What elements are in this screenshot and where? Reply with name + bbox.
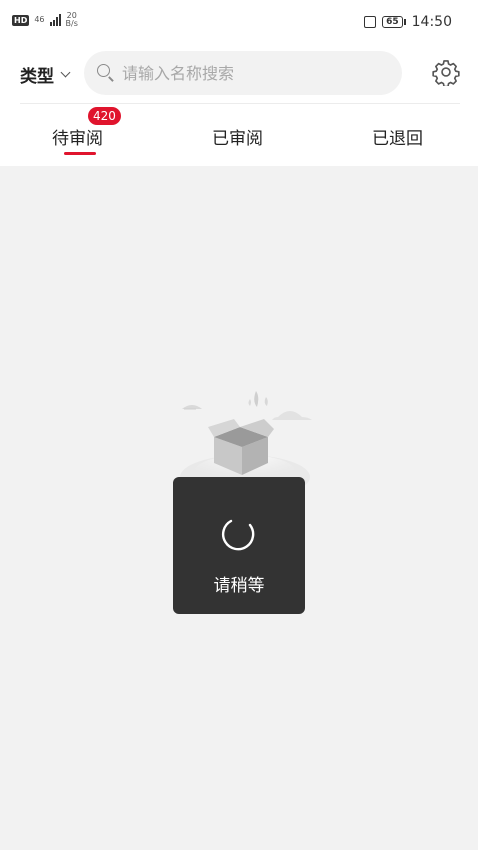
net-rate: 20 B/s — [66, 12, 78, 28]
search-icon — [96, 63, 116, 83]
tab-pending-review[interactable]: 待审阅 — [52, 124, 103, 149]
gear-icon[interactable] — [432, 58, 460, 86]
search-box[interactable] — [84, 51, 402, 95]
search-input[interactable] — [122, 63, 382, 83]
header: 类型 待审阅 420 已审阅 已退回 — [0, 46, 478, 166]
loading-message: 请稍等 — [213, 576, 265, 596]
vibrate-icon — [364, 16, 377, 28]
hd-badge: HD — [12, 14, 30, 26]
tab-returned[interactable]: 已退回 — [372, 124, 423, 149]
loading-spinner-icon — [221, 519, 255, 551]
chevron-down-icon — [60, 67, 71, 78]
pending-count-badge: 420 — [88, 107, 121, 125]
battery-level: 65 — [382, 16, 403, 28]
net-rate-unit: B/s — [65, 19, 78, 28]
status-time: 14:50 — [411, 14, 452, 30]
active-tab-indicator — [64, 152, 96, 155]
tab-bar: 待审阅 420 已审阅 已退回 — [0, 104, 478, 166]
type-filter-dropdown[interactable]: 类型 — [20, 62, 71, 87]
loading-toast: 请稍等 — [173, 477, 305, 614]
signal-icon — [49, 14, 61, 26]
status-right: 65 14:50 — [364, 14, 452, 30]
status-left: HD 46 20 B/s — [12, 12, 78, 28]
tab-reviewed[interactable]: 已审阅 — [212, 124, 263, 149]
battery-icon: 65 — [382, 16, 406, 28]
status-bar: HD 46 20 B/s 65 14:50 — [0, 0, 478, 46]
type-filter-label: 类型 — [20, 67, 54, 87]
network-type: 46 — [34, 15, 45, 24]
